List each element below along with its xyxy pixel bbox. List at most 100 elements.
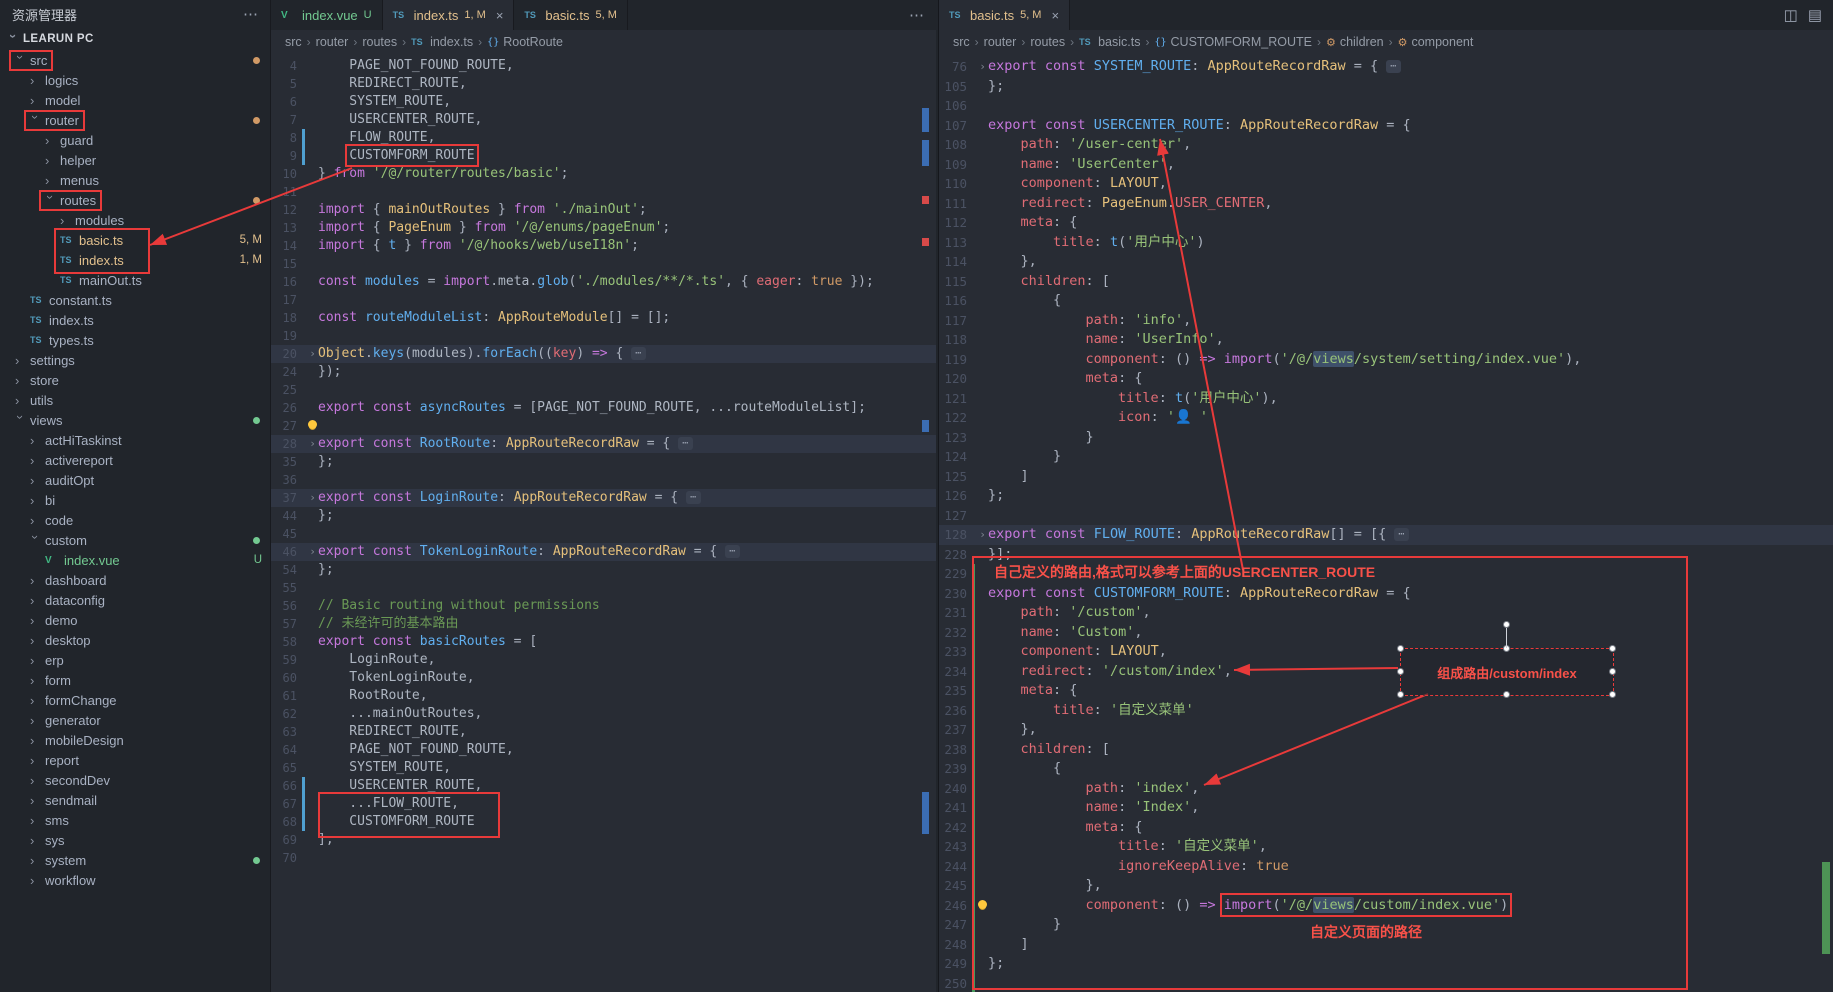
chevron-right-icon[interactable]: › — [30, 755, 41, 766]
tree-item-constant.ts[interactable]: TSconstant.ts — [0, 290, 270, 310]
tree-item-actHiTaskinst[interactable]: ›actHiTaskinst — [0, 430, 270, 450]
tree-item-bi[interactable]: ›bi — [0, 490, 270, 510]
tree-item-sms[interactable]: ›sms — [0, 810, 270, 830]
chevron-right-icon[interactable]: › — [30, 515, 41, 526]
chevron-right-icon[interactable]: › — [30, 715, 41, 726]
tree-item-generator[interactable]: ›generator — [0, 710, 270, 730]
tree-item-form[interactable]: ›form — [0, 670, 270, 690]
chevron-right-icon[interactable]: › — [30, 495, 41, 506]
chevron-right-icon[interactable]: › — [30, 855, 41, 866]
chevron-right-icon[interactable]: › — [45, 175, 56, 186]
tree-item-logics[interactable]: ›logics — [0, 70, 270, 90]
lightbulb-icon[interactable] — [308, 420, 317, 429]
chevron-right-icon[interactable]: › — [30, 655, 41, 666]
breadcrumb-item-component[interactable]: ⚙component — [1398, 35, 1474, 49]
code-area-middle[interactable]: 4 PAGE_NOT_FOUND_ROUTE,5 REDIRECT_ROUTE,… — [271, 54, 936, 867]
tab-index.ts[interactable]: TSindex.ts1, M× — [383, 0, 515, 30]
tree-item-index.ts[interactable]: TSindex.ts1, M — [0, 250, 270, 270]
tree-item-report[interactable]: ›report — [0, 750, 270, 770]
breadcrumb-item-router[interactable]: router — [316, 35, 349, 49]
breadcrumb-item-src[interactable]: src — [953, 35, 970, 49]
tree-item-basic.ts[interactable]: TSbasic.ts5, M — [0, 230, 270, 250]
chevron-right-icon[interactable]: › — [30, 95, 41, 106]
chevron-down-icon[interactable]: › — [15, 415, 26, 426]
tree-item-demo[interactable]: ›demo — [0, 610, 270, 630]
tree-item-system[interactable]: ›system — [0, 850, 270, 870]
code-area-right[interactable]: 76›export const SYSTEM_ROUTE: AppRouteRe… — [939, 54, 1833, 992]
customize-layout-icon[interactable]: ▤ — [1808, 6, 1822, 24]
tree-item-desktop[interactable]: ›desktop — [0, 630, 270, 650]
chevron-right-icon[interactable]: › — [45, 155, 56, 166]
tree-item-formChange[interactable]: ›formChange — [0, 690, 270, 710]
chevron-right-icon[interactable]: › — [30, 475, 41, 486]
chevron-right-icon[interactable]: › — [15, 355, 26, 366]
tree-item-store[interactable]: ›store — [0, 370, 270, 390]
chevron-right-icon[interactable]: › — [30, 435, 41, 446]
chevron-right-icon[interactable]: › — [30, 75, 41, 86]
folded-code-badge[interactable]: ⋯ — [1394, 528, 1409, 541]
chevron-right-icon[interactable]: › — [30, 575, 41, 586]
more-actions-icon[interactable]: ⋯ — [909, 6, 924, 24]
breadcrumb-item-RootRoute[interactable]: {}RootRoute — [487, 35, 563, 49]
chevron-right-icon[interactable]: › — [15, 395, 26, 406]
chevron-right-icon[interactable]: › — [30, 875, 41, 886]
chevron-right-icon[interactable]: › — [15, 375, 26, 386]
tree-item-code[interactable]: ›code — [0, 510, 270, 530]
tab-close-icon[interactable]: × — [1051, 8, 1059, 23]
folded-code-badge[interactable]: ⋯ — [1386, 60, 1401, 73]
chevron-right-icon[interactable]: › — [30, 735, 41, 746]
chevron-down-icon[interactable]: › — [15, 55, 26, 66]
tree-item-menus[interactable]: ›menus — [0, 170, 270, 190]
folded-code-badge[interactable]: ⋯ — [631, 347, 646, 360]
breadcrumb-item-children[interactable]: ⚙children — [1326, 35, 1384, 49]
tab-close-icon[interactable]: × — [496, 8, 504, 23]
chevron-right-icon[interactable]: › — [30, 615, 41, 626]
chevron-right-icon[interactable]: › — [30, 835, 41, 846]
fold-chevron-icon[interactable]: › — [307, 489, 318, 507]
tree-item-activereport[interactable]: ›activereport — [0, 450, 270, 470]
fold-chevron-icon[interactable]: › — [307, 435, 318, 453]
tree-item-workflow[interactable]: ›workflow — [0, 870, 270, 890]
tree-item-index.vue[interactable]: Vindex.vueU — [0, 550, 270, 570]
tree-item-custom[interactable]: ›custom — [0, 530, 270, 550]
tree-item-sys[interactable]: ›sys — [0, 830, 270, 850]
fold-chevron-icon[interactable]: › — [307, 543, 318, 561]
tab-index.vue[interactable]: Vindex.vueU — [271, 0, 383, 30]
chevron-right-icon[interactable]: › — [30, 815, 41, 826]
tab-basic.ts[interactable]: TSbasic.ts5, M× — [939, 0, 1070, 30]
tree-item-auditOpt[interactable]: ›auditOpt — [0, 470, 270, 490]
tree-item-views[interactable]: ›views — [0, 410, 270, 430]
breadcrumb-item-routes[interactable]: routes — [362, 35, 397, 49]
chevron-right-icon[interactable]: › — [30, 675, 41, 686]
fold-chevron-icon[interactable]: › — [977, 525, 988, 545]
fold-chevron-icon[interactable]: › — [977, 57, 988, 77]
tree-item-utils[interactable]: ›utils — [0, 390, 270, 410]
tree-item-settings[interactable]: ›settings — [0, 350, 270, 370]
chevron-right-icon[interactable]: › — [30, 595, 41, 606]
folded-code-badge[interactable]: ⋯ — [725, 545, 740, 558]
chevron-right-icon[interactable]: › — [30, 775, 41, 786]
fold-chevron-icon[interactable]: › — [307, 345, 318, 363]
tree-item-mainOut.ts[interactable]: TSmainOut.ts — [0, 270, 270, 290]
tree-item-dashboard[interactable]: ›dashboard — [0, 570, 270, 590]
tree-item-src[interactable]: ›src — [0, 50, 270, 70]
lightbulb-icon[interactable] — [978, 900, 987, 909]
chevron-right-icon[interactable]: › — [60, 215, 71, 226]
tree-item-modules[interactable]: ›modules — [0, 210, 270, 230]
breadcrumb-item-basic.ts[interactable]: TSbasic.ts — [1079, 35, 1140, 49]
breadcrumb-item-index.ts[interactable]: TSindex.ts — [411, 35, 473, 49]
tree-item-types.ts[interactable]: TStypes.ts — [0, 330, 270, 350]
breadcrumb-item-src[interactable]: src — [285, 35, 302, 49]
chevron-right-icon[interactable]: › — [30, 635, 41, 646]
breadcrumb-item-routes[interactable]: routes — [1030, 35, 1065, 49]
tree-item-dataconfig[interactable]: ›dataconfig — [0, 590, 270, 610]
tree-item-helper[interactable]: ›helper — [0, 150, 270, 170]
tree-item-mobileDesign[interactable]: ›mobileDesign — [0, 730, 270, 750]
tree-item-index.ts[interactable]: TSindex.ts — [0, 310, 270, 330]
folded-code-badge[interactable]: ⋯ — [686, 491, 701, 504]
chevron-right-icon[interactable]: › — [45, 135, 56, 146]
tree-item-model[interactable]: ›model — [0, 90, 270, 110]
workspace-root[interactable]: › LEARUN PC — [0, 28, 270, 50]
tree-item-guard[interactable]: ›guard — [0, 130, 270, 150]
tree-item-sendmail[interactable]: ›sendmail — [0, 790, 270, 810]
